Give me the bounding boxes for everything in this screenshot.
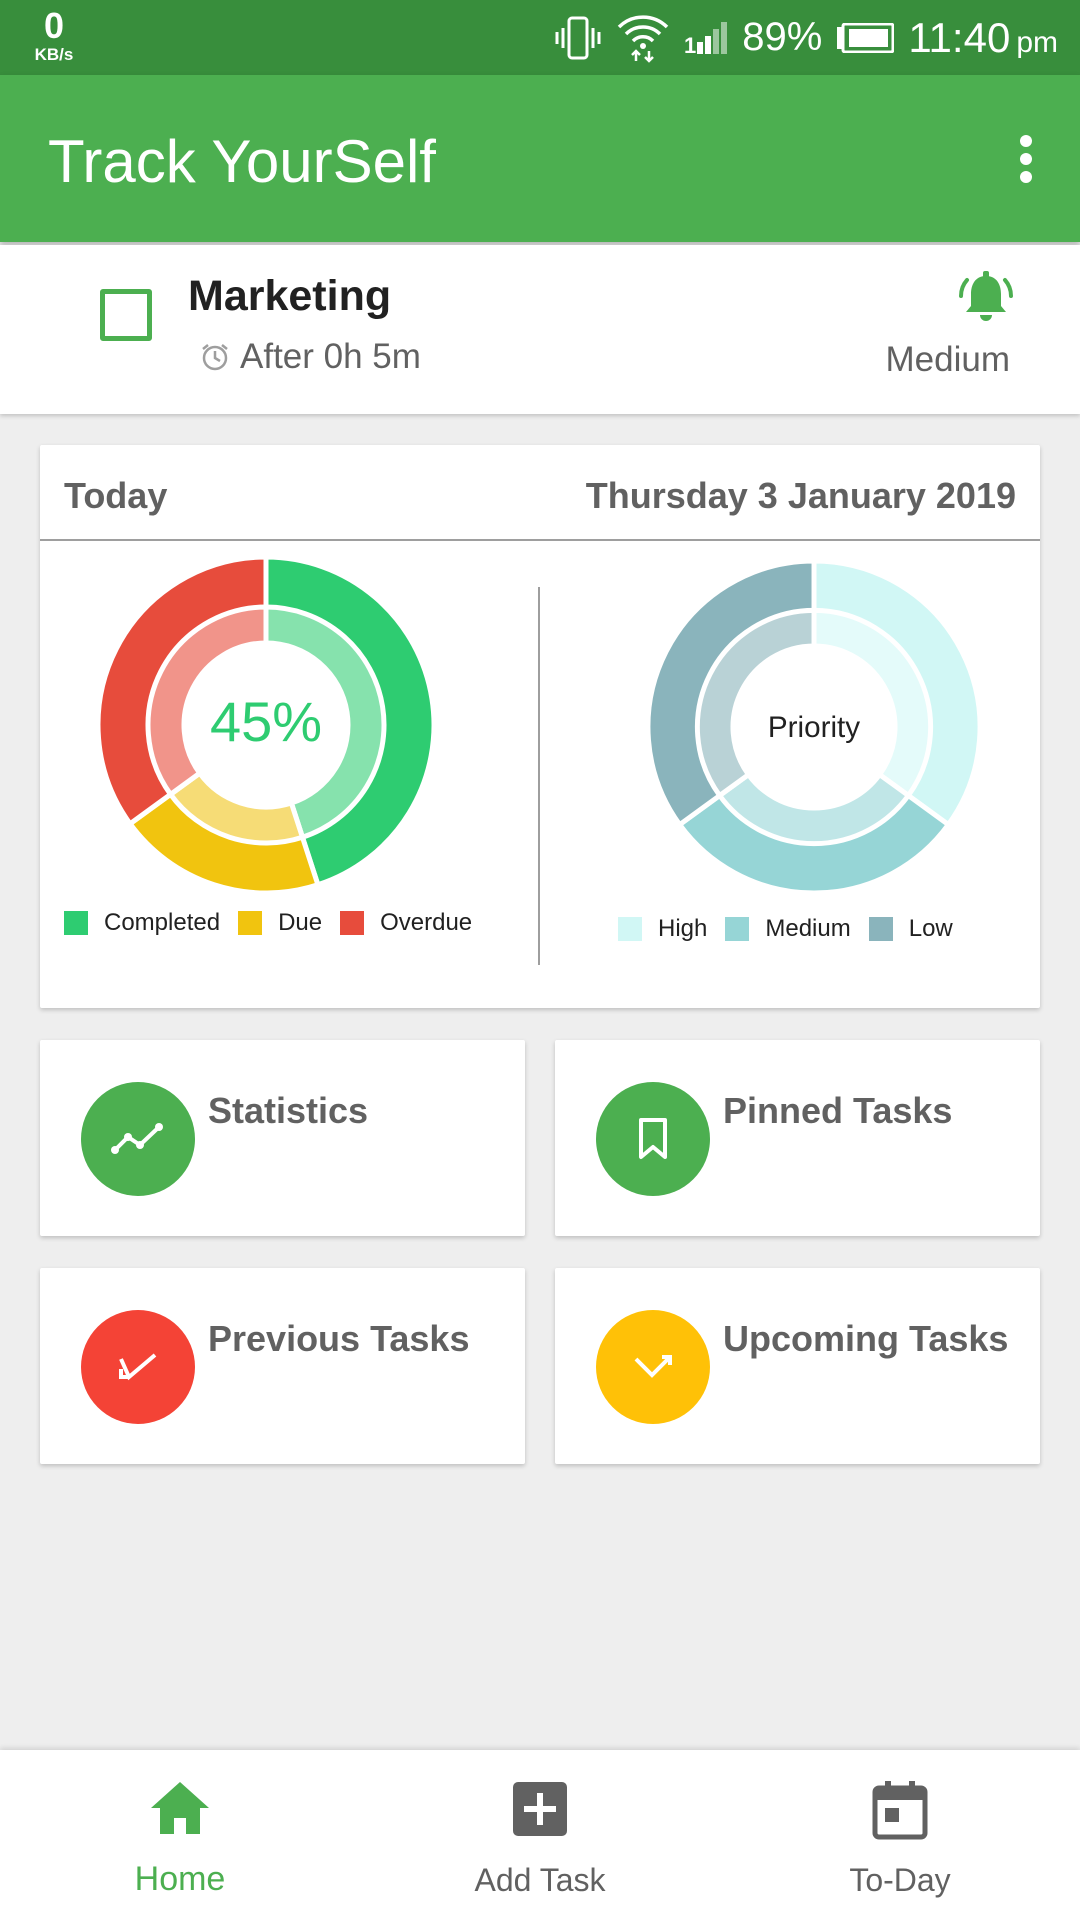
battery-icon <box>837 22 895 53</box>
call-received-icon <box>119 1353 157 1381</box>
app-bar: Track YourSelf <box>0 75 1080 242</box>
overflow-menu-button[interactable] <box>996 127 1056 191</box>
add-box-icon <box>513 1782 567 1836</box>
task-time-label: After 0h 5m <box>240 337 421 376</box>
pinned-tasks-label: Pinned Tasks <box>723 1090 953 1131</box>
legend-swatch-low <box>868 917 893 941</box>
upcoming-tasks-label: Upcoming Tasks <box>723 1318 1009 1359</box>
app-title: Track YourSelf <box>48 128 436 195</box>
pinned-tasks-tile[interactable]: Pinned Tasks <box>555 1040 1040 1236</box>
calendar-today-icon <box>872 1781 928 1840</box>
bottom-navigation: Home Add Task To-Day <box>0 1750 1080 1920</box>
call-missed-icon <box>634 1355 672 1378</box>
statistics-label: Statistics <box>208 1090 369 1131</box>
priority-legend: High Medium Low <box>618 915 971 943</box>
task-time: After 0h 5m <box>200 337 421 377</box>
vibrate-icon <box>555 16 601 59</box>
nav-home[interactable]: Home <box>0 1750 360 1920</box>
statistics-tile[interactable]: Statistics <box>40 1040 525 1236</box>
today-card: Today Thursday 3 January 2019 45% Comple… <box>40 445 1040 1008</box>
previous-icon-circle <box>81 1310 195 1424</box>
nav-today[interactable]: To-Day <box>720 1750 1080 1920</box>
pinned-icon-circle <box>596 1082 710 1196</box>
status-bar: 0 KB/s 1 89% 11:40 pm <box>0 0 1080 75</box>
status-donut-chart: 45% <box>96 555 436 895</box>
legend-label-high: High <box>658 915 708 942</box>
legend-swatch-due <box>238 911 263 935</box>
legend-label-completed: Completed <box>104 909 221 936</box>
legend-swatch-high <box>618 917 642 941</box>
priority-center-label: Priority <box>768 711 860 744</box>
signal-icon: 1 <box>684 21 728 56</box>
bookmark-icon <box>639 1118 667 1159</box>
completion-percent: 45% <box>210 690 322 753</box>
legend-label-due: Due <box>278 909 323 936</box>
statistics-icon-circle <box>81 1082 195 1196</box>
today-label: Today <box>64 475 168 516</box>
upcoming-icon-circle <box>596 1310 710 1424</box>
nav-add-task[interactable]: Add Task <box>360 1750 720 1920</box>
today-header: Today Thursday 3 January 2019 <box>40 445 1040 541</box>
network-speed: 0 KB/s <box>26 5 82 64</box>
more-vert-icon <box>1020 135 1032 183</box>
clock-ampm: pm <box>1016 25 1058 59</box>
nav-add-task-label: Add Task <box>474 1862 606 1898</box>
chart-divider <box>538 587 540 965</box>
clock: 11:40 pm <box>908 14 1058 62</box>
nav-home-label: Home <box>134 1860 226 1898</box>
clock-time: 11:40 <box>908 13 1011 61</box>
legend-label-overdue: Overdue <box>380 909 473 936</box>
previous-tasks-label: Previous Tasks <box>208 1318 470 1359</box>
legend-swatch-completed <box>64 911 88 935</box>
nav-today-label: To-Day <box>849 1862 951 1898</box>
legend-label-low: Low <box>908 915 953 942</box>
task-priority: Medium <box>885 340 1010 379</box>
priority-donut-chart: Priority <box>646 559 982 895</box>
home-icon <box>151 1782 209 1834</box>
network-speed-unit: KB/s <box>34 45 74 64</box>
legend-swatch-medium <box>725 917 750 941</box>
battery-percent: 89% <box>742 15 823 59</box>
bell-ring-icon <box>958 271 1014 321</box>
upcoming-tasks-tile[interactable]: Upcoming Tasks <box>555 1268 1040 1464</box>
alarm-icon <box>202 344 228 371</box>
trending-icon <box>111 1123 163 1154</box>
network-speed-value: 0 <box>43 5 65 46</box>
wifi-icon <box>618 14 669 63</box>
legend-swatch-overdue <box>340 911 365 935</box>
today-date: Thursday 3 January 2019 <box>585 475 1016 516</box>
task-checkbox[interactable] <box>100 289 152 341</box>
status-icons: 1 89% 11:40 pm <box>554 0 1058 75</box>
status-legend: Completed Due Overdue <box>64 909 490 937</box>
legend-label-medium: Medium <box>765 915 851 942</box>
task-title: Marketing <box>188 272 392 320</box>
task-card[interactable]: Marketing After 0h 5m Medium <box>0 245 1080 414</box>
previous-tasks-tile[interactable]: Previous Tasks <box>40 1268 525 1464</box>
svg-text:1: 1 <box>684 33 696 56</box>
